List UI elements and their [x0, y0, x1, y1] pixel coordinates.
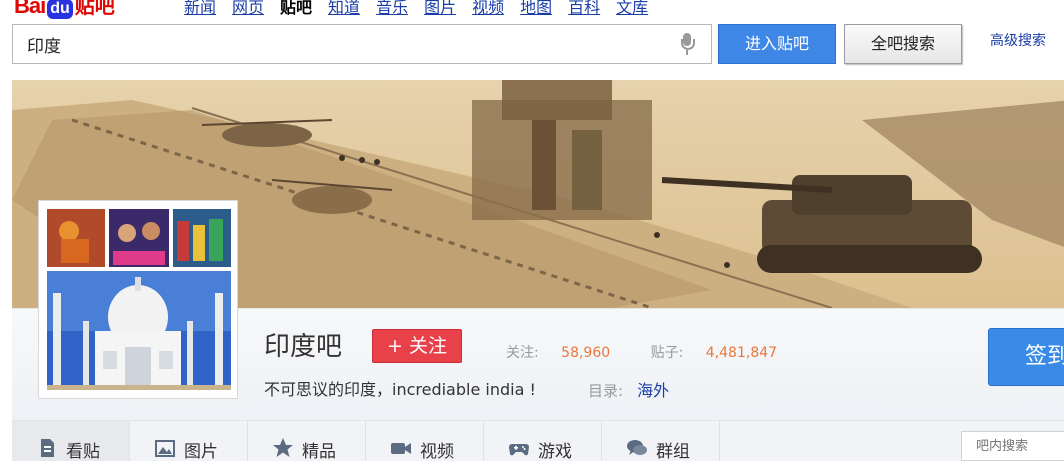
nav-link-web[interactable]: 网页 — [232, 0, 264, 18]
tab-featured[interactable]: 精品 — [248, 421, 366, 462]
nav-link-zhidao[interactable]: 知道 — [328, 0, 360, 18]
nav-link-news[interactable]: 新闻 — [184, 0, 216, 18]
document-icon — [41, 439, 54, 457]
nav-link-tieba[interactable]: 贴吧 — [280, 0, 312, 18]
search-input[interactable] — [13, 25, 663, 63]
sign-in-button[interactable]: 签到 — [988, 328, 1064, 386]
tab-posts[interactable]: 看贴 — [12, 421, 130, 462]
posts-stat: 贴子: 4,481,847 — [650, 345, 778, 361]
tab-pictures[interactable]: 图片 — [130, 421, 248, 462]
advanced-search-link[interactable]: 高级搜索 — [990, 30, 1046, 50]
video-icon — [391, 443, 411, 454]
nav-link-images[interactable]: 图片 — [424, 0, 456, 18]
forum-slogan: 不可思议的印度，incrediable india ! — [264, 380, 536, 399]
taj-mahal-collage-image — [47, 209, 231, 390]
top-nav: Bai du 贴吧 新闻 网页 贴吧 知道 音乐 图片 视频 地图 百科 文库 — [0, 0, 1064, 22]
forum-directory: 目录: 海外 — [588, 381, 670, 400]
forum-avatar[interactable] — [38, 200, 238, 399]
forum-title: 印度吧 — [264, 332, 343, 362]
enter-forum-button[interactable]: 进入贴吧 — [718, 24, 836, 64]
chat-icon — [627, 440, 647, 455]
baidu-tieba-logo[interactable]: Bai du 贴吧 — [14, 0, 115, 19]
posts-count: 4,481,847 — [705, 345, 778, 361]
follow-button[interactable]: + 关注 — [372, 329, 462, 363]
directory-link-overseas[interactable]: 海外 — [637, 381, 669, 400]
forum-search-box — [961, 431, 1064, 461]
nav-link-baike[interactable]: 百科 — [568, 0, 600, 18]
tab-games[interactable]: 游戏 — [484, 421, 602, 462]
nav-link-video[interactable]: 视频 — [472, 0, 504, 18]
tab-video[interactable]: 视频 — [366, 421, 484, 462]
forum-search-input[interactable] — [962, 432, 1064, 460]
nav-link-map[interactable]: 地图 — [520, 0, 552, 18]
tab-groups[interactable]: 群组 — [602, 421, 720, 462]
forum-stats: 关注: 58,960 贴子: 4,481,847 — [506, 342, 813, 362]
search-all-forums-button[interactable]: 全吧搜索 — [844, 24, 962, 64]
nav-link-wenku[interactable]: 文库 — [616, 0, 648, 18]
followers-count: 58,960 — [561, 345, 611, 361]
star-icon — [273, 438, 293, 457]
picture-icon — [155, 440, 175, 457]
search-box — [12, 24, 712, 64]
microphone-icon[interactable] — [681, 33, 695, 55]
nav-link-music[interactable]: 音乐 — [376, 0, 408, 18]
product-links: 新闻 网页 贴吧 知道 音乐 图片 视频 地图 百科 文库 — [184, 0, 664, 18]
gamepad-icon — [509, 444, 529, 456]
followers-stat: 关注: 58,960 — [506, 345, 611, 361]
